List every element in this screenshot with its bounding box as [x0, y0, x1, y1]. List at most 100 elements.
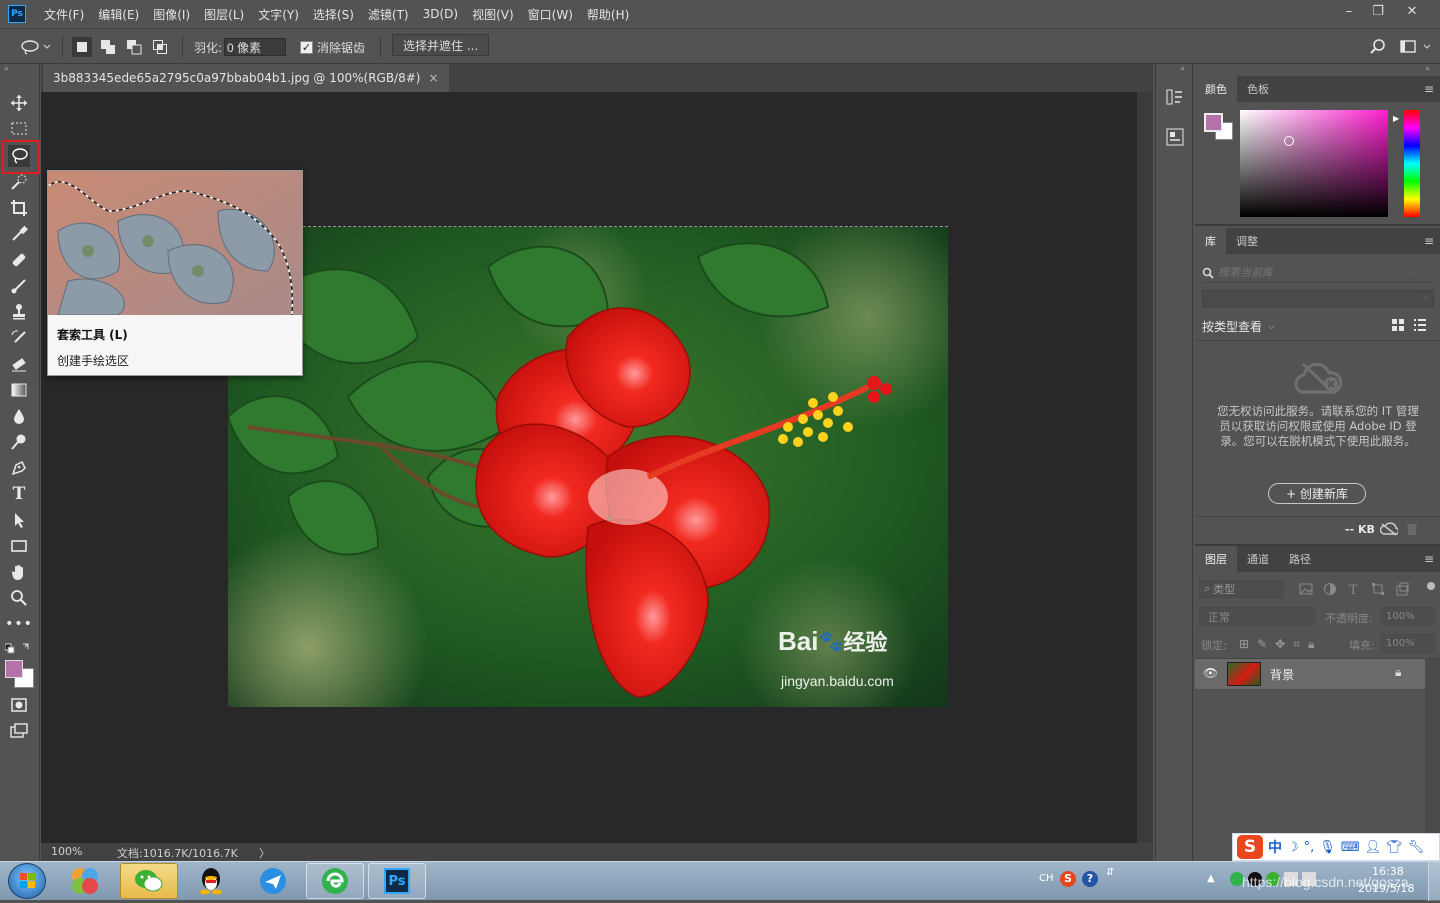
menu-window[interactable]: 窗口(W) [528, 6, 573, 23]
lasso-tool-icon[interactable] [8, 145, 30, 167]
clock-time[interactable]: 16:38 [1372, 865, 1404, 878]
start-button[interactable] [8, 863, 46, 899]
clock-date[interactable]: 2019/5/18 [1358, 882, 1414, 895]
history-panel-icon[interactable] [1166, 88, 1184, 109]
moon-icon[interactable]: ☽ [1287, 840, 1299, 855]
pixel-filter-icon[interactable] [1299, 582, 1313, 596]
skin-icon[interactable]: 👕︎ [1386, 840, 1403, 855]
minimize-button[interactable]: – [1333, 0, 1365, 22]
tab-libraries[interactable]: 库 [1195, 228, 1226, 254]
tray-expand-icon[interactable]: ▲ [1207, 873, 1215, 884]
tab-adjustments[interactable]: 调整 [1226, 228, 1268, 254]
history-brush-tool-icon[interactable] [8, 327, 30, 349]
new-selection-icon[interactable] [72, 37, 92, 57]
menu-view[interactable]: 视图(V) [472, 6, 514, 23]
marquee-tool-icon[interactable] [8, 118, 30, 140]
move-tool-icon[interactable] [8, 92, 30, 114]
canvas-image[interactable]: Bai 🐾 经验 jingyan.baidu.com [228, 227, 948, 707]
tray-language[interactable]: CH [1039, 873, 1054, 884]
taskbar-wechat-icon[interactable] [120, 863, 178, 899]
taskbar-browser-icon[interactable] [306, 863, 364, 899]
default-colors-icon[interactable] [4, 642, 35, 654]
menu-file[interactable]: 文件(F) [44, 6, 84, 23]
grid-view-icon[interactable] [1391, 318, 1405, 335]
shape-filter-icon[interactable] [1371, 582, 1385, 596]
layer-name[interactable]: 背景 [1270, 666, 1294, 683]
lock-artboard-icon[interactable]: ⌗ [1293, 637, 1300, 652]
adjustment-filter-icon[interactable] [1323, 582, 1337, 596]
eyedropper-tool-icon[interactable] [8, 223, 30, 245]
quick-mask-icon[interactable] [8, 694, 30, 716]
hand-tool-icon[interactable] [8, 561, 30, 583]
zoom-tool-icon[interactable] [8, 587, 30, 609]
more-tools-icon[interactable]: ••• [5, 613, 32, 635]
opacity-input[interactable]: 100% [1381, 607, 1435, 626]
menu-type[interactable]: 文字(Y) [258, 6, 299, 23]
search-icon[interactable] [1370, 38, 1386, 56]
lock-all-icon[interactable]: 🔒︎ [1308, 637, 1314, 652]
add-selection-icon[interactable] [98, 37, 118, 57]
tray-help-icon[interactable]: ? [1082, 871, 1098, 887]
user-icon[interactable]: 👤︎ [1365, 840, 1382, 855]
restore-button[interactable]: ❐ [1362, 0, 1394, 22]
lock-transparent-icon[interactable]: ⊞ [1239, 637, 1249, 652]
vertical-scrollbar[interactable] [1137, 92, 1153, 843]
type-tool-icon[interactable]: T [8, 483, 30, 505]
tab-layers[interactable]: 图层 [1195, 546, 1237, 572]
microphone-icon[interactable]: 🎙︎ [1319, 840, 1336, 855]
taskbar-qq-icon[interactable] [182, 863, 240, 899]
rectangle-tool-icon[interactable] [8, 535, 30, 557]
library-search[interactable]: ⌵ [1202, 263, 1434, 283]
panel-menu-icon[interactable]: ≡ [1424, 82, 1434, 96]
trash-icon[interactable] [1405, 522, 1419, 539]
clone-stamp-tool-icon[interactable] [8, 301, 30, 323]
layer-row[interactable]: 👁︎ 背景 🔒︎ [1195, 659, 1425, 689]
color-spectrum-field[interactable] [1240, 110, 1388, 217]
status-menu-arrow[interactable]: 〉 [259, 845, 270, 861]
menu-help[interactable]: 帮助(H) [587, 6, 629, 23]
blur-tool-icon[interactable] [8, 405, 30, 427]
keyboard-icon[interactable]: ⌨ [1341, 840, 1360, 855]
menu-3d[interactable]: 3D(D) [423, 7, 458, 21]
foreground-color-swatch[interactable] [5, 660, 23, 678]
library-dropdown[interactable]: ⌵ [1202, 290, 1434, 308]
tab-close-icon[interactable]: × [428, 71, 438, 85]
tab-color[interactable]: 颜色 [1195, 76, 1237, 102]
menu-image[interactable]: 图像(I) [153, 6, 190, 23]
lock-pixels-icon[interactable]: ✎ [1257, 637, 1267, 652]
collapse-icon[interactable]: » [4, 64, 9, 73]
collapse-panels-icon[interactable]: » [1425, 64, 1430, 73]
ime-lang-toggle[interactable]: 中 [1268, 837, 1282, 857]
menu-layer[interactable]: 图层(L) [204, 6, 244, 23]
document-info[interactable]: 文档:1016.7K/1016.7K [117, 845, 238, 861]
create-library-button[interactable]: + 创建新库 [1268, 483, 1366, 504]
pen-tool-icon[interactable] [8, 457, 30, 479]
taskbar-messenger-icon[interactable] [244, 863, 302, 899]
tray-sogou-icon[interactable]: S [1060, 871, 1076, 887]
tab-channels[interactable]: 通道 [1237, 546, 1279, 572]
screen-mode-icon[interactable] [8, 720, 30, 742]
menu-select[interactable]: 选择(S) [313, 6, 354, 23]
view-by-type-dropdown[interactable]: 按类型查看 ⌵ [1202, 318, 1275, 335]
menu-edit[interactable]: 编辑(E) [98, 6, 139, 23]
hue-slider[interactable] [1404, 110, 1420, 217]
panel-menu-icon[interactable]: ≡ [1424, 552, 1434, 566]
tab-paths[interactable]: 路径 [1279, 546, 1321, 572]
zoom-level[interactable]: 100% [51, 845, 82, 858]
type-filter-icon[interactable]: T [1347, 582, 1361, 596]
color-picker-handle[interactable] [1284, 136, 1294, 146]
layers-scrollbar[interactable] [1425, 659, 1440, 859]
path-selection-tool-icon[interactable] [8, 509, 30, 531]
properties-panel-icon[interactable] [1166, 128, 1184, 149]
gradient-tool-icon[interactable] [8, 379, 30, 401]
expand-dock-icon[interactable]: « [1180, 64, 1185, 73]
lock-position-icon[interactable]: ✥ [1275, 637, 1285, 652]
eraser-tool-icon[interactable] [8, 353, 30, 375]
filter-toggle-icon[interactable] [1427, 582, 1435, 590]
select-and-mask-button[interactable]: 选择并遮住 ... [392, 34, 490, 56]
close-button[interactable]: ✕ [1396, 0, 1428, 22]
subtract-selection-icon[interactable] [124, 37, 144, 57]
punctuation-icon[interactable]: °, [1304, 840, 1315, 855]
feather-input[interactable] [224, 38, 287, 56]
healing-brush-tool-icon[interactable] [8, 249, 30, 271]
